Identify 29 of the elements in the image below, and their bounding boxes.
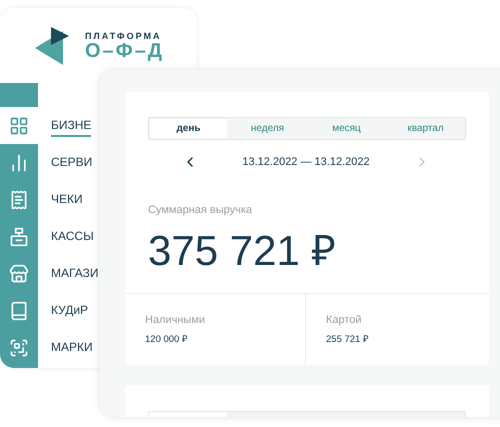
logo-text: ПЛАТФОРМА [84,30,162,40]
receipt-icon [9,190,29,210]
book-icon [9,300,29,320]
period-tab[interactable]: неделя [229,119,306,138]
payment-label: Картой [326,314,363,326]
logo-text: О–Ф–Д [84,40,164,60]
sidebar-icon-cell[interactable] [0,329,38,366]
payment-value: 120 000 ₽ [145,333,189,345]
period-tab[interactable]: месяц [308,119,385,138]
payment-value: 255 721 ₽ [326,333,370,345]
revenue-value: 375 721 ₽ [148,226,336,276]
payment-label: Наличными [145,314,206,326]
grid-icon [9,116,29,136]
sidebar-item[interactable]: ЧЕКИ [51,188,83,210]
date-range: 13.12.2022 — 13.12.2022 [242,156,370,168]
sidebar-item[interactable]: МАРКИ [51,336,93,358]
sidebar-item[interactable]: БИЗНЕ [51,114,92,136]
sidebar-icon-cell[interactable] [0,144,38,181]
sidebar-item[interactable]: КУДиР [51,300,88,322]
period-tab[interactable]: квартал [387,119,464,138]
store-icon [9,264,29,284]
cash-register-icon [9,226,29,246]
revenue-label: Суммарная выручка [148,204,254,216]
sidebar-item[interactable]: СЕРВИ [51,152,92,174]
sidebar-strip [0,83,38,107]
period-tab[interactable]: день [150,119,227,138]
qr-scan-icon [9,338,29,358]
sidebar-item[interactable]: МАГАЗИ [51,262,98,284]
sidebar-item[interactable]: КАССЫ [51,226,94,248]
